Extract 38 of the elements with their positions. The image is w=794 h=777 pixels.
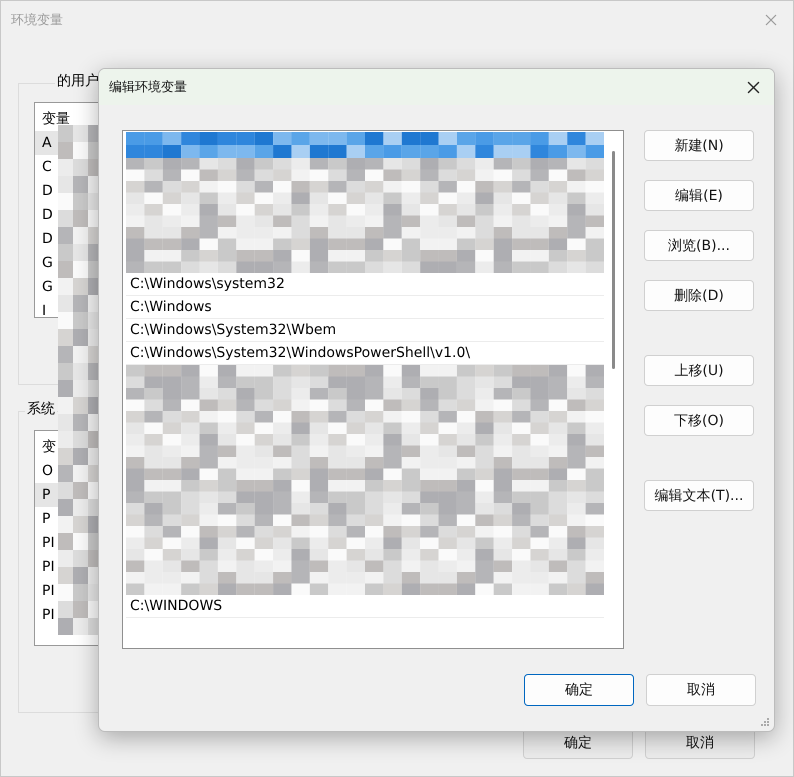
redacted-row[interactable] <box>126 204 604 227</box>
action-button[interactable]: 编辑文本(T)... <box>644 480 754 511</box>
ok-button[interactable]: 确定 <box>524 674 634 706</box>
action-button[interactable]: 新建(N) <box>644 130 754 161</box>
redacted-row[interactable] <box>126 365 604 388</box>
path-item[interactable]: C:\Windows <box>126 296 604 319</box>
redacted-row[interactable] <box>126 227 604 250</box>
group-label: 系统 <box>25 400 57 418</box>
action-button[interactable]: 下移(O) <box>644 405 754 436</box>
action-button[interactable]: 删除(D) <box>644 280 754 311</box>
group-label: 的用户 <box>55 72 101 90</box>
redacted-row[interactable] <box>126 132 604 158</box>
redacted-row[interactable] <box>126 388 604 411</box>
action-button[interactable]: 浏览(B)... <box>644 230 754 261</box>
path-item[interactable]: C:\Windows\system32 <box>126 273 604 296</box>
action-button[interactable]: 编辑(E) <box>644 180 754 211</box>
column-header: 变量 <box>41 110 71 129</box>
path-item[interactable]: C:\Windows\System32\Wbem <box>126 319 604 342</box>
redacted-row[interactable] <box>126 549 604 572</box>
redacted-row[interactable] <box>126 158 604 181</box>
action-button[interactable]: 上移(U) <box>644 355 754 386</box>
close-icon[interactable] <box>747 80 760 94</box>
redacted-row[interactable] <box>126 250 604 273</box>
window-title: 环境变量 <box>11 12 63 29</box>
scrollbar[interactable] <box>612 151 615 369</box>
path-item[interactable]: C:\WINDOWS <box>126 595 604 618</box>
redacted-row[interactable] <box>126 411 604 434</box>
redacted-row[interactable] <box>126 503 604 526</box>
redacted-row[interactable] <box>126 181 604 204</box>
redacted-row[interactable] <box>126 480 604 503</box>
cancel-button[interactable]: 取消 <box>646 674 756 706</box>
redacted-row[interactable] <box>126 457 604 480</box>
redacted-row[interactable] <box>126 572 604 595</box>
dialog-title: 编辑环境变量 <box>109 79 187 96</box>
resize-grip-icon[interactable] <box>761 718 770 727</box>
column-header: 变 <box>41 438 57 457</box>
redacted-row[interactable] <box>126 434 604 457</box>
redacted-row[interactable] <box>126 526 604 549</box>
